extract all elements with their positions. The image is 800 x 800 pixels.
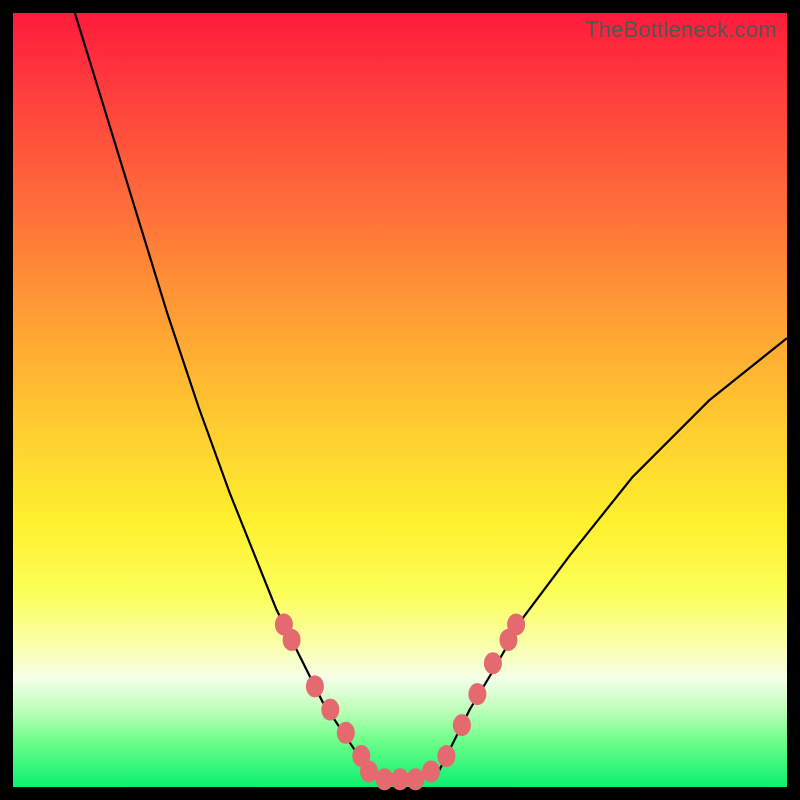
highlight-marker	[306, 675, 324, 697]
highlight-marker	[391, 768, 409, 790]
highlight-marker	[337, 722, 355, 744]
highlight-marker	[283, 629, 301, 651]
highlight-marker	[407, 768, 425, 790]
curve-layer	[75, 13, 787, 779]
watermark-text: TheBottleneck.com	[585, 17, 777, 43]
highlight-marker	[321, 699, 339, 721]
chart-plot-area: TheBottleneck.com	[13, 13, 787, 787]
bottleneck-curve	[75, 13, 787, 779]
highlight-marker	[422, 761, 440, 783]
marker-layer	[275, 614, 525, 791]
curves-svg	[13, 13, 787, 787]
highlight-marker	[484, 652, 502, 674]
highlight-marker	[507, 614, 525, 636]
highlight-marker	[376, 768, 394, 790]
highlight-marker	[468, 683, 486, 705]
highlight-marker	[453, 714, 471, 736]
highlight-marker	[360, 761, 378, 783]
highlight-marker	[437, 745, 455, 767]
